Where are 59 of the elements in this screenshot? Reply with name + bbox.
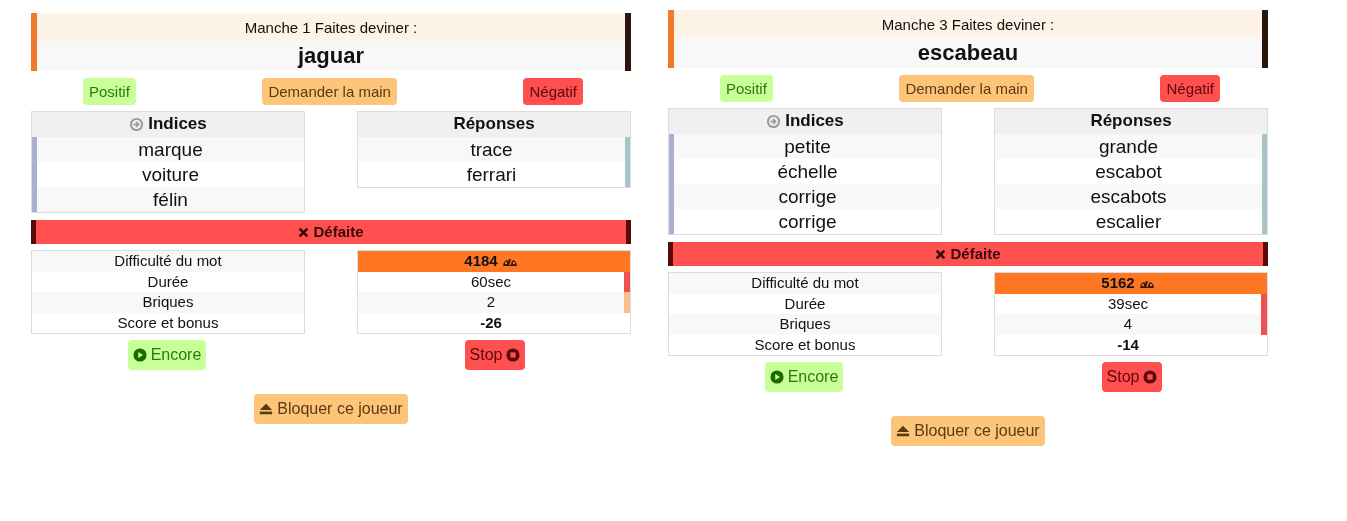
stop-icon (1143, 370, 1158, 384)
answer-item: trace (358, 137, 625, 162)
stat-label: Durée (146, 271, 190, 292)
arrow-circle-icon (766, 113, 782, 129)
result-label: Défaite (950, 244, 1001, 264)
clue-item: marque (37, 137, 304, 162)
stop-icon (506, 348, 521, 362)
stat-value: 4184 (358, 251, 630, 272)
stat-label: Difficulté du mot (669, 273, 941, 294)
clue-item: échelle (776, 160, 839, 184)
stat-label: Durée (783, 293, 827, 314)
word-to-guess: escabeau (674, 38, 1262, 68)
answer-item: escabots (995, 184, 1262, 209)
eject-icon (896, 424, 911, 438)
arrow-circle-icon (129, 116, 145, 132)
play-icon (132, 348, 147, 362)
answer-item: escalier (1094, 210, 1163, 234)
stat-value: 2 (358, 292, 630, 313)
stat-label: Briques (669, 314, 941, 335)
result-label: Défaite (313, 222, 364, 242)
stop-button[interactable]: Stop (464, 340, 526, 370)
stat-value: 5162 (995, 273, 1267, 294)
round-title: Manche 3 Faites deviner : (674, 10, 1262, 38)
encore-button[interactable]: Encore (127, 340, 207, 370)
clue-item: corrige (777, 210, 838, 234)
word-to-guess: jaguar (37, 41, 625, 71)
stat-label: Score et bonus (753, 334, 857, 355)
clues-heading: Indices (785, 111, 844, 131)
positive-button[interactable]: Positif (83, 78, 136, 105)
block-player-button[interactable]: Bloquer ce joueur (891, 416, 1045, 446)
clue-item: corrige (674, 184, 941, 209)
round-title: Manche 1 Faites deviner : (37, 13, 625, 41)
stat-value: 4 (995, 314, 1267, 335)
close-icon (298, 226, 310, 238)
answers-heading: Réponses (453, 114, 535, 134)
negative-button[interactable]: Négatif (523, 78, 583, 105)
positive-button[interactable]: Positif (720, 75, 773, 102)
clues-heading: Indices (148, 114, 207, 134)
stat-label: Score et bonus (116, 312, 220, 333)
stat-value: -14 (1116, 334, 1140, 355)
clue-item: félin (37, 187, 304, 212)
clue-item: voiture (141, 163, 200, 187)
answers-heading: Réponses (1090, 111, 1172, 131)
play-icon (769, 370, 784, 384)
answer-item: escabot (1094, 160, 1163, 184)
eject-icon (259, 402, 274, 416)
ask-hand-button[interactable]: Demander la main (262, 78, 397, 105)
negative-button[interactable]: Négatif (1160, 75, 1220, 102)
close-icon (935, 248, 947, 260)
answer-item: grande (995, 134, 1262, 159)
block-player-button[interactable]: Bloquer ce joueur (254, 394, 408, 424)
stop-button[interactable]: Stop (1101, 362, 1163, 392)
stat-label: Briques (32, 292, 304, 313)
encore-button[interactable]: Encore (764, 362, 844, 392)
clue-item: petite (674, 134, 941, 159)
stat-label: Difficulté du mot (32, 251, 304, 272)
answer-item: ferrari (465, 163, 518, 187)
stat-value: -26 (479, 312, 503, 333)
ask-hand-button[interactable]: Demander la main (899, 75, 1034, 102)
